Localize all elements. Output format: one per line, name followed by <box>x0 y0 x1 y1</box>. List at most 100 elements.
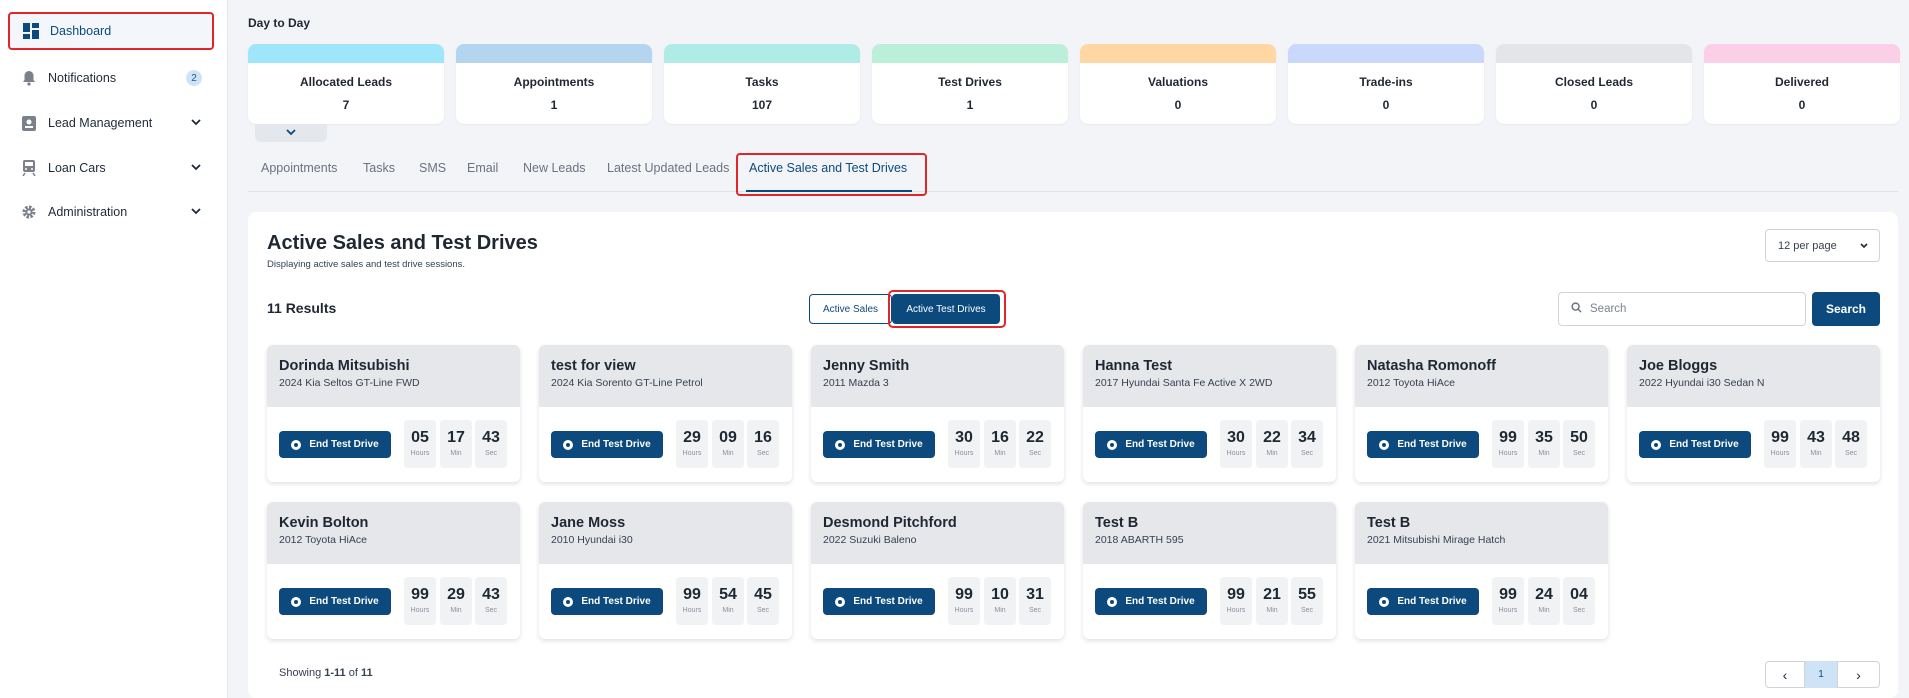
timer-sec: 43 Sec <box>475 420 507 468</box>
timer-hours: 99 Hours <box>1492 577 1524 625</box>
test-drive-card: Jenny Smith 2011 Mazda 3 End Test Drive 30 H… <box>811 345 1064 482</box>
sidebar-item-label: Administration <box>48 205 128 219</box>
sidebar-item-notifications[interactable]: Notifications 2 <box>8 59 214 97</box>
timer-value: 45 <box>754 586 772 603</box>
stat-color-bar <box>1080 44 1276 63</box>
end-test-drive-label: End Test Drive <box>581 596 651 607</box>
timer-sec: 55 Sec <box>1291 577 1323 625</box>
end-test-drive-button[interactable]: End Test Drive <box>1639 431 1751 458</box>
end-test-drive-button[interactable]: End Test Drive <box>279 588 391 615</box>
timer-hours: 99 Hours <box>948 577 980 625</box>
tab-latest-updated-leads[interactable]: Latest Updated Leads <box>607 161 729 175</box>
stat-card-appointments[interactable]: Appointments 1 <box>456 44 652 124</box>
end-test-drive-button[interactable]: End Test Drive <box>279 431 391 458</box>
timer-sec: 22 Sec <box>1019 420 1051 468</box>
timer-value: 16 <box>991 429 1009 446</box>
highlight-box <box>888 290 1006 328</box>
stop-icon <box>291 596 302 607</box>
customer-name: test for view <box>551 358 636 374</box>
card-header: Joe Bloggs 2022 Hyundai i30 Sedan N <box>1627 345 1880 407</box>
search-button[interactable]: Search <box>1812 292 1880 326</box>
timer-value: 99 <box>1227 586 1245 603</box>
timer-sec: 50 Sec <box>1563 420 1595 468</box>
end-test-drive-button[interactable]: End Test Drive <box>823 588 935 615</box>
end-test-drive-button[interactable]: End Test Drive <box>551 588 663 615</box>
sidebar-item-label: Notifications <box>48 71 117 85</box>
vehicle-name: 2024 Kia Seltos GT-Line FWD <box>279 377 420 389</box>
end-test-drive-label: End Test Drive <box>309 439 379 450</box>
timer-unit: Hours <box>682 607 702 614</box>
end-test-drive-button[interactable]: End Test Drive <box>1095 588 1207 615</box>
stop-icon <box>1107 596 1118 607</box>
stat-card-valuations[interactable]: Valuations 0 <box>1080 44 1276 124</box>
timer-unit: Hours <box>1770 450 1790 457</box>
timer-value: 10 <box>991 586 1009 603</box>
chevron-down-icon <box>1859 241 1869 254</box>
timer-value: 09 <box>719 429 737 446</box>
stat-value: 0 <box>1174 98 1182 112</box>
timer-unit: Min <box>1538 450 1550 457</box>
test-drive-card: Test B 2018 ABARTH 595 End Test Drive 99 Hou… <box>1083 502 1336 639</box>
stat-card-delivered[interactable]: Delivered 0 <box>1704 44 1900 124</box>
end-test-drive-button[interactable]: End Test Drive <box>823 431 935 458</box>
highlight-box <box>736 153 927 196</box>
stat-card-closed-leads[interactable]: Closed Leads 0 <box>1496 44 1692 124</box>
panel-subtitle: Displaying active sales and test drive s… <box>267 259 466 270</box>
tab-appointments[interactable]: Appointments <box>261 161 337 175</box>
tab-sms[interactable]: SMS <box>419 161 446 175</box>
per-page-select[interactable]: 12 per page <box>1765 229 1880 262</box>
stat-card-test-drives[interactable]: Test Drives 1 <box>872 44 1068 124</box>
stat-value: 1 <box>550 98 558 112</box>
end-test-drive-label: End Test Drive <box>1125 439 1195 450</box>
timer-value: 48 <box>1842 429 1860 446</box>
sidebar: Dashboard Notifications 2 Lead Managemen… <box>0 0 228 698</box>
tab-email[interactable]: Email <box>467 161 498 175</box>
end-test-drive-button[interactable]: End Test Drive <box>551 431 663 458</box>
timer-min: 24 Min <box>1528 577 1560 625</box>
stat-card-tasks[interactable]: Tasks 107 <box>664 44 860 124</box>
search-input[interactable]: Search <box>1558 292 1806 326</box>
end-test-drive-label: End Test Drive <box>1397 439 1467 450</box>
active-sales-toggle[interactable]: Active Sales <box>809 294 892 324</box>
timer-unit: Hours <box>410 607 430 614</box>
end-test-drive-button[interactable]: End Test Drive <box>1367 431 1479 458</box>
next-page-button[interactable]: › <box>1837 661 1880 688</box>
stop-icon <box>291 439 302 450</box>
timer-unit: Min <box>994 607 1006 614</box>
showing-range: 1-11 <box>324 667 346 679</box>
test-drive-card: Kevin Bolton 2012 Toyota HiAce End Test Dr… <box>267 502 520 639</box>
timer-unit: Sec <box>756 450 770 457</box>
customer-name: Kevin Bolton <box>279 515 369 531</box>
sidebar-item-lead-management[interactable]: Lead Management <box>8 104 214 142</box>
results-count: 11 Results <box>267 300 337 316</box>
stat-card-trade-ins[interactable]: Trade-ins 0 <box>1288 44 1484 124</box>
sidebar-item-dashboard[interactable]: Dashboard <box>8 12 214 50</box>
vehicle-name: 2012 Toyota HiAce <box>1367 377 1455 389</box>
timer-value: 54 <box>719 586 737 603</box>
prev-page-button[interactable]: ‹ <box>1765 661 1805 688</box>
collapse-stats-button[interactable] <box>255 124 327 142</box>
stop-icon <box>1651 439 1662 450</box>
vehicle-name: 2022 Suzuki Baleno <box>823 534 917 546</box>
stat-label: Trade-ins <box>1359 75 1413 89</box>
timer-sec: 16 Sec <box>747 420 779 468</box>
timer-value: 99 <box>1771 429 1789 446</box>
tab-tasks[interactable]: Tasks <box>363 161 395 175</box>
page-1-button[interactable]: 1 <box>1805 661 1837 688</box>
timer-sec: 48 Sec <box>1835 420 1867 468</box>
tab-new-leads[interactable]: New Leads <box>523 161 586 175</box>
timer-value: 43 <box>1807 429 1825 446</box>
timer-unit: Min <box>994 450 1006 457</box>
stat-card-allocated-leads[interactable]: Allocated Leads 7 <box>248 44 444 124</box>
vehicle-name: 2017 Hyundai Santa Fe Active X 2WD <box>1095 377 1273 389</box>
stat-label: Valuations <box>1147 75 1209 89</box>
end-test-drive-button[interactable]: End Test Drive <box>1367 588 1479 615</box>
card-header: Natasha Romonoff 2012 Toyota HiAce <box>1355 345 1608 407</box>
timer-value: 34 <box>1298 429 1316 446</box>
stat-color-bar <box>1496 44 1692 63</box>
timer-hours: 05 Hours <box>404 420 436 468</box>
sidebar-item-loan-cars[interactable]: Loan Cars <box>8 149 214 187</box>
timer-unit: Min <box>722 450 734 457</box>
end-test-drive-button[interactable]: End Test Drive <box>1095 431 1207 458</box>
sidebar-item-administration[interactable]: Administration <box>8 193 214 231</box>
